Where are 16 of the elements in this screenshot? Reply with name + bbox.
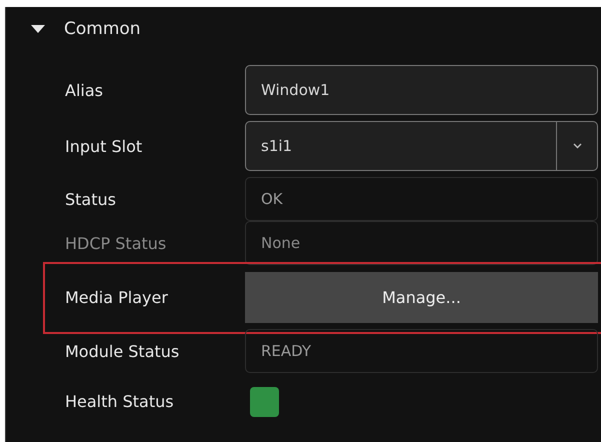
field-label: Health Status (65, 392, 175, 411)
field-label: Input Slot (65, 136, 144, 156)
field-label: HDCP Status (65, 234, 168, 252)
field-label: Alias (65, 80, 104, 100)
manage-button[interactable]: Manage... (245, 272, 598, 323)
readonly-field: READY (245, 329, 598, 373)
text-field[interactable]: Window1 (245, 65, 598, 115)
readonly-field: OK (245, 177, 598, 221)
field-label: Module Status (65, 342, 180, 360)
field-label: Media Player (65, 288, 169, 307)
section-title: Common (64, 19, 141, 39)
readonly-field: None (245, 221, 598, 265)
field-label: Status (65, 190, 117, 208)
expand-triangle-icon[interactable] (31, 25, 45, 33)
chevron-down-icon (572, 143, 582, 149)
dropdown[interactable]: s1i1 (245, 121, 598, 171)
